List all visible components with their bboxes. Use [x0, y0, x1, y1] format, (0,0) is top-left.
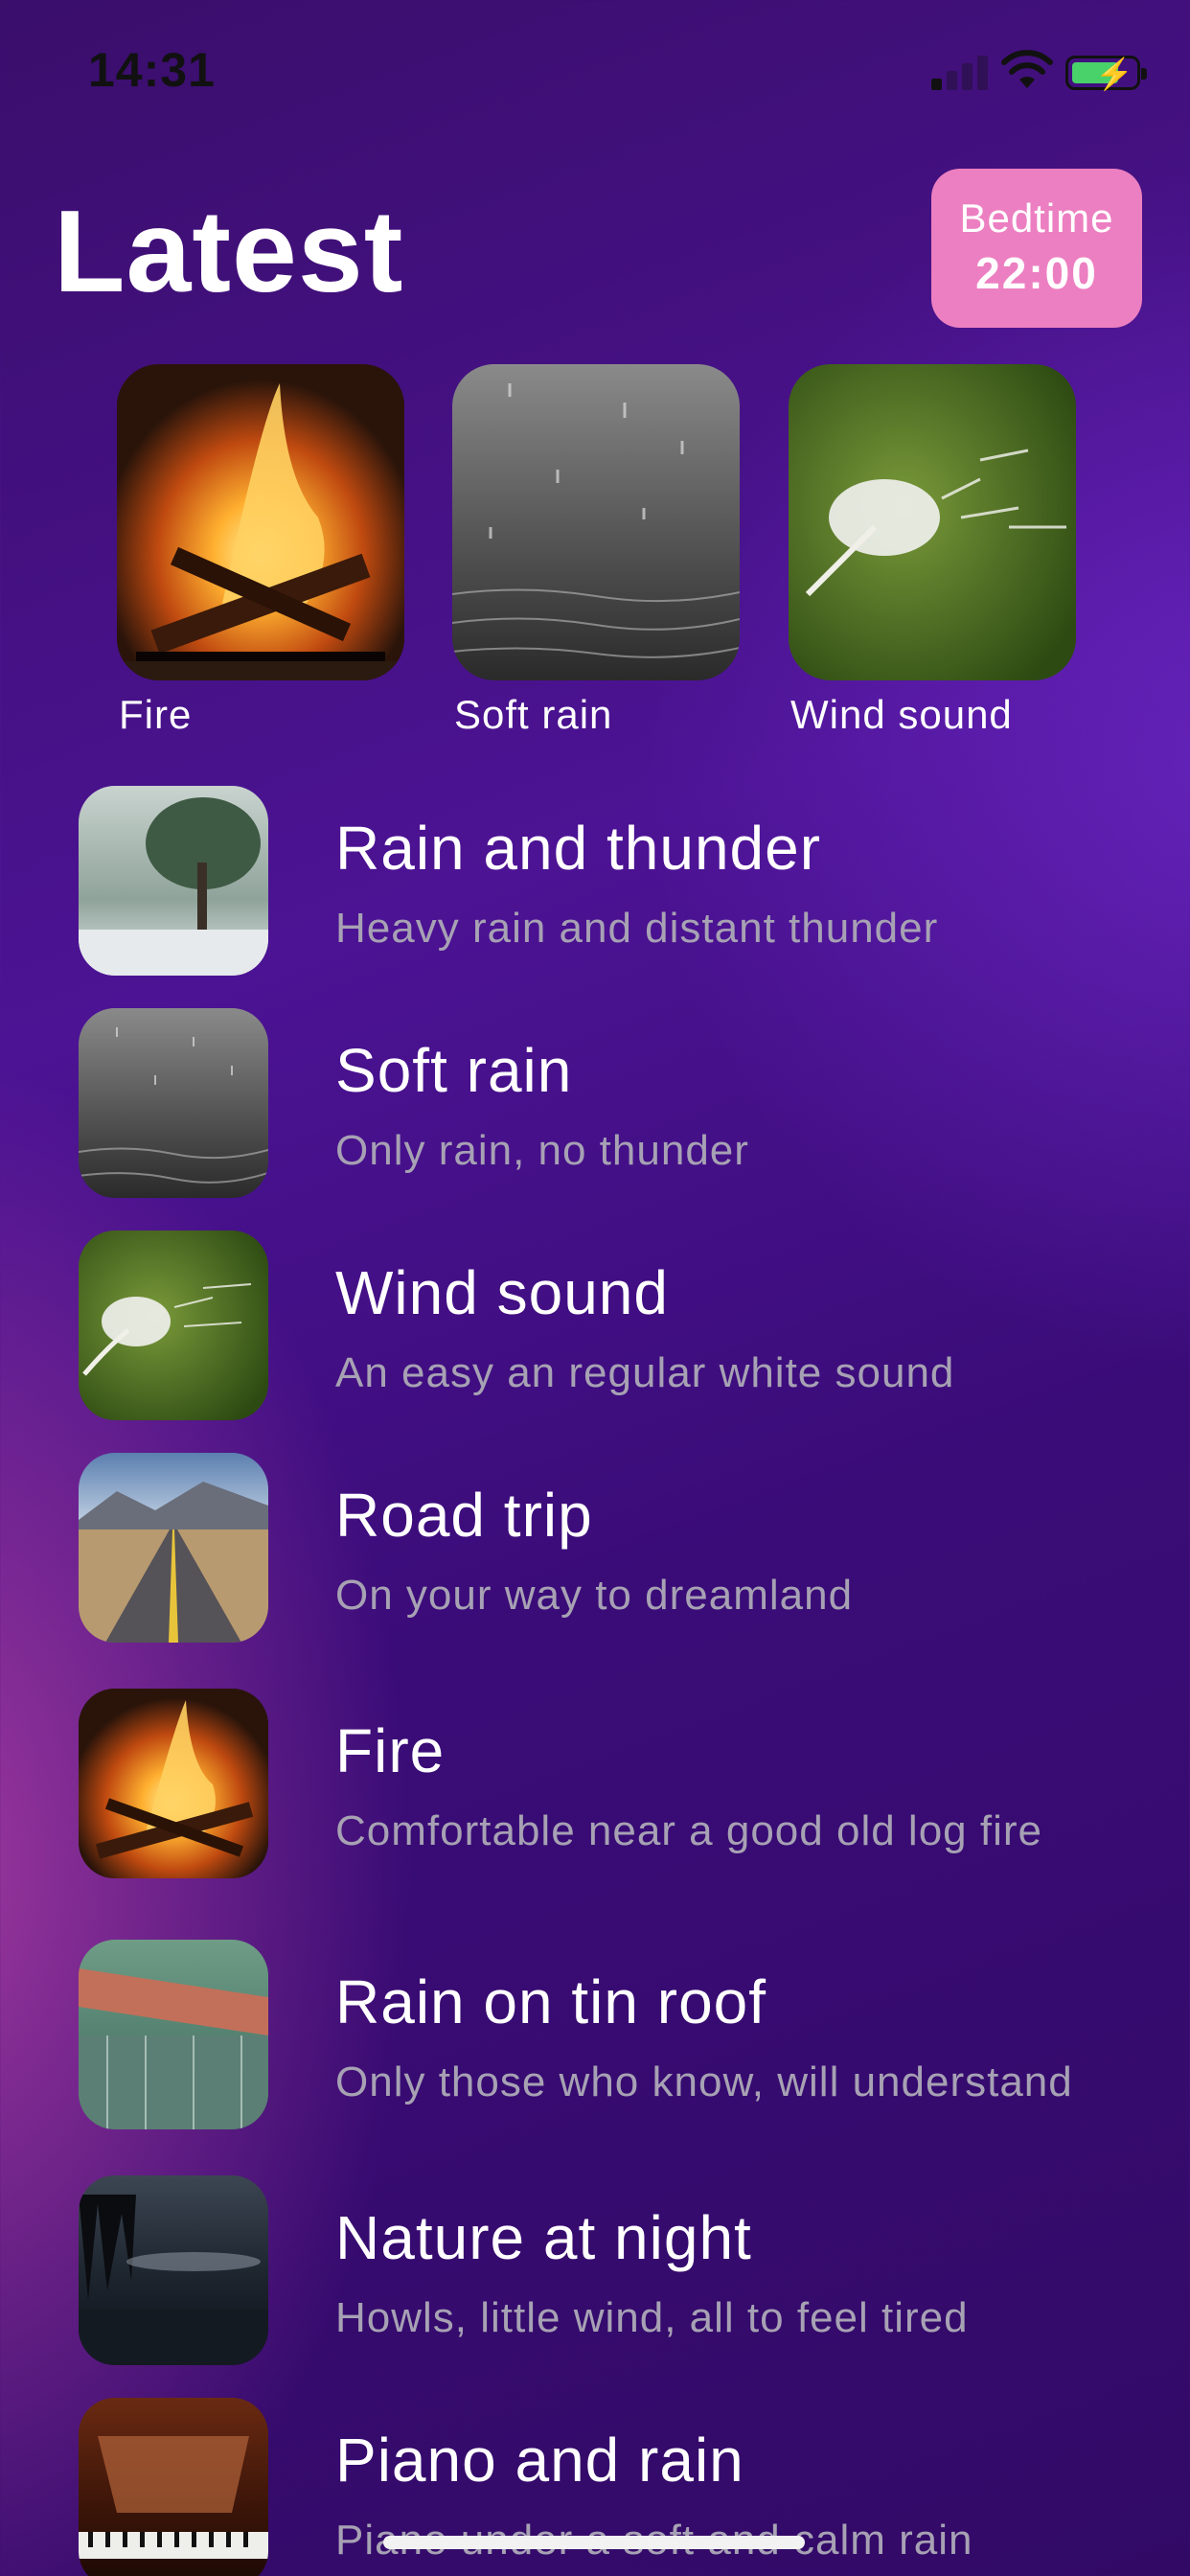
- tin-roof-rain-image: [79, 1940, 268, 2129]
- rain-tree-image: [79, 786, 268, 976]
- bedtime-time: 22:00: [975, 248, 1098, 298]
- rain-on-water-image: [452, 364, 740, 680]
- sound-subtitle: Heavy rain and distant thunder: [335, 905, 939, 952]
- featured-caption: Fire: [119, 692, 193, 737]
- sound-title: Road trip: [335, 1481, 593, 1550]
- bedtime-label: Bedtime: [959, 196, 1114, 241]
- status-bar: 14:31 ⚡: [0, 0, 1190, 144]
- fireplace-image: [79, 1689, 268, 1878]
- rain-on-water-image: [79, 1008, 268, 1198]
- status-time: 14:31: [88, 43, 216, 97]
- sound-subtitle: Howls, little wind, all to feel tired: [335, 2294, 969, 2341]
- home-indicator[interactable]: [383, 2536, 805, 2549]
- dandelion-wind-image: [79, 1230, 268, 1420]
- featured-card-wind-sound[interactable]: Wind sound: [789, 364, 1076, 738]
- sound-subtitle: An easy an regular white sound: [335, 1349, 955, 1396]
- sound-subtitle: Comfortable near a good old log fire: [335, 1807, 1042, 1854]
- featured-caption: Soft rain: [454, 692, 613, 737]
- wifi-icon: [1001, 50, 1053, 88]
- desert-road-image: [79, 1453, 268, 1643]
- featured-card-fire[interactable]: Fire: [117, 364, 404, 738]
- battery-icon: ⚡: [1065, 56, 1147, 91]
- sound-title: Nature at night: [335, 2203, 752, 2272]
- sound-title: Fire: [335, 1716, 446, 1785]
- sound-subtitle: Only those who know, will understand: [335, 2058, 1073, 2105]
- page-title: Latest: [54, 186, 404, 316]
- fireplace-image: [117, 364, 404, 680]
- featured-caption: Wind sound: [790, 692, 1013, 737]
- sound-title: Rain on tin roof: [335, 1967, 767, 2036]
- cellular-signal-icon: [931, 52, 989, 90]
- piano-image: [79, 2398, 268, 2576]
- sound-title: Piano and rain: [335, 2426, 744, 2495]
- sound-title: Wind sound: [335, 1258, 669, 1327]
- night-lake-image: [79, 2175, 268, 2365]
- sound-subtitle: Only rain, no thunder: [335, 1127, 749, 1174]
- dandelion-wind-image: [789, 364, 1076, 680]
- sound-subtitle: On your way to dreamland: [335, 1572, 854, 1619]
- sound-title: Rain and thunder: [335, 814, 822, 883]
- sound-title: Soft rain: [335, 1036, 573, 1105]
- featured-card-soft-rain[interactable]: Soft rain: [452, 364, 740, 738]
- bedtime-button[interactable]: Bedtime 22:00: [931, 169, 1142, 328]
